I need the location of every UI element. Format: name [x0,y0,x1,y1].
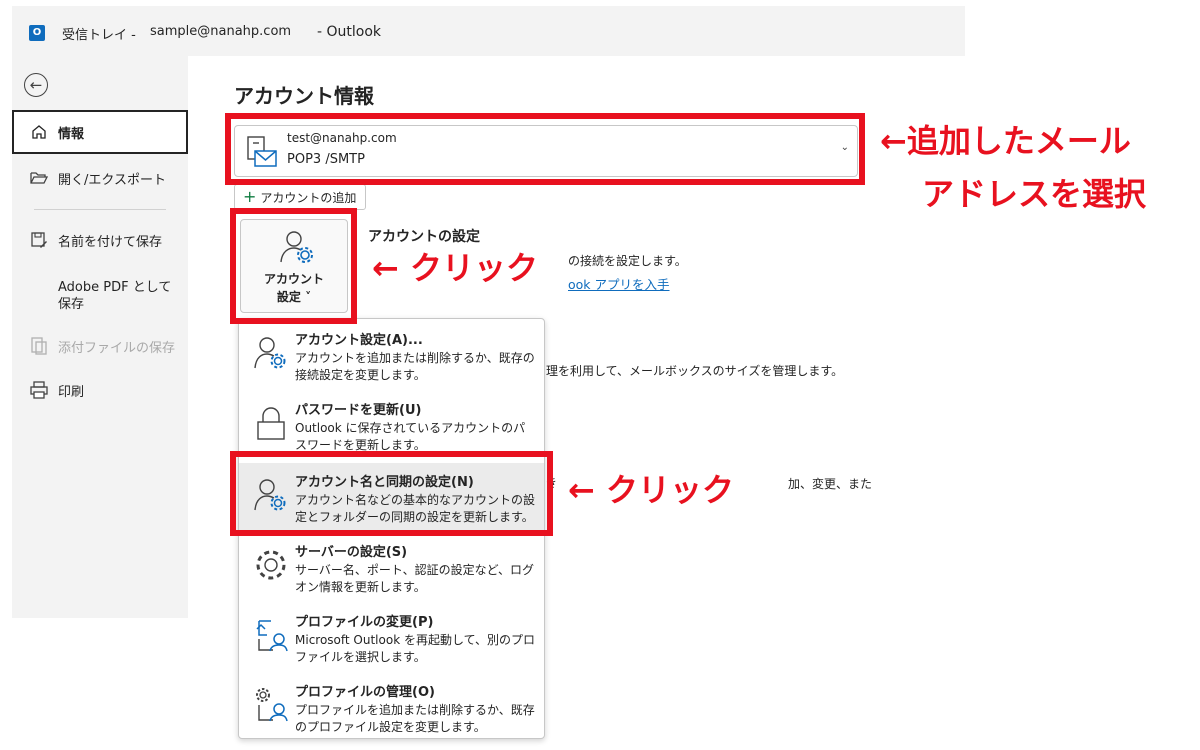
menu-item-title: プロファイルの変更(P) [295,615,434,630]
sidebar-item-save-pdf[interactable]: Adobe PDF として 保存 [12,270,188,322]
sidebar-item-label: 開く/エクスポート [58,172,166,188]
menu-item-desc: アカウントを追加または削除するか、既存の接続設定を変更します。 [295,351,535,382]
sidebar-item-label: 印刷 [58,384,85,400]
rules-desc: 加、変更、また [788,477,873,491]
get-app-link[interactable]: ook アプリを入手 [568,274,670,293]
sidebar-item-save-as[interactable]: 名前を付けて保存 [12,218,188,262]
menu-item-title: アカウント設定(A)... [295,333,423,348]
sidebar-item-label: Adobe PDF として 保存 [58,279,171,313]
plus-icon: + [243,187,257,206]
annotation-select-line1: ←追加したメール [880,122,1131,160]
gear-icon [256,550,286,580]
menu-item-manage-profiles[interactable]: プロファイルの管理(O) プロファイルを追加または削除するか、既存のプロファイル… [239,673,544,743]
menu-item-title: パスワードを更新(U) [295,403,422,418]
outlook-app-icon: O [29,25,45,41]
menu-item-desc: プロファイルを追加または削除するか、既存のプロファイル設定を変更します。 [295,703,535,734]
add-account-label: アカウントの追加 [260,190,357,205]
annotation-click-1: ← クリック [372,249,538,287]
sidebar-item-open-export[interactable]: 開く/エクスポート [12,156,188,200]
home-icon [30,123,48,141]
add-account-button[interactable]: + アカウントの追加 [234,184,366,210]
menu-item-desc: Outlook に保存されているアカウントのパスワードを更新します。 [295,421,526,452]
menu-item-title: プロファイルの管理(O) [295,685,435,700]
printer-icon [30,381,48,399]
account-settings-icon [254,337,286,369]
highlight-account-select [225,113,865,185]
menu-item-desc: Microsoft Outlook を再起動して、別のプロファイルを選択します。 [295,633,536,664]
section-title: アカウントの設定 [368,229,480,245]
backstage-sidebar: ← 情報 開く/エクスポート 名前を付けて保存 Adobe PDF として 保存 [12,56,188,618]
annotation-click-2: ← クリック [568,471,734,509]
save-as-icon [30,231,48,249]
highlight-name-sync-item [230,451,553,536]
menu-item-server-settings[interactable]: サーバーの設定(S) サーバー名、ポート、認証の設定など、ログオン情報を更新しま… [239,533,544,603]
annotation-select-line2: アドレスを選択 [922,175,1147,213]
menu-item-desc: サーバー名、ポート、認証の設定など、ログオン情報を更新します。 [295,563,535,594]
profile-manage-icon [256,688,288,722]
sidebar-item-label: 添付ファイルの保存 [58,340,176,356]
sidebar-item-save-attachments[interactable]: 添付ファイルの保存 [12,324,188,368]
highlight-settings-button [230,208,357,324]
sidebar-item-label: 情報 [58,126,85,142]
sidebar-item-info[interactable]: 情報 [12,110,188,154]
title-email: sample@nanahp.com [150,24,292,39]
menu-item-account-settings[interactable]: アカウント設定(A)... アカウントを追加または削除するか、既存の接続設定を変… [239,321,544,391]
sidebar-item-label: 名前を付けて保存 [58,234,163,250]
pdf-label-line2: 保存 [58,297,85,312]
profile-change-icon [256,620,288,652]
menu-item-change-profile[interactable]: プロファイルの変更(P) Microsoft Outlook を再起動して、別の… [239,603,544,673]
title-app-name: - Outlook [317,24,382,40]
page-title: アカウント情報 [234,84,374,108]
sidebar-divider [34,209,166,210]
section-description: の接続を設定します。 [568,254,687,268]
menu-item-title: サーバーの設定(S) [295,545,408,560]
folder-open-icon [30,169,48,187]
lock-icon [257,407,285,440]
title-folder: 受信トレイ - [62,28,136,43]
mailbox-settings-desc: 理を利用して、メールボックスのサイズを管理します。 [546,364,844,378]
title-bar: O 受信トレイ - sample@nanahp.com - Outlook [12,6,965,56]
pdf-label-line1: Adobe PDF として [58,280,172,295]
arrow-left-circle-icon[interactable]: ← [24,73,48,97]
attachment-save-icon [30,337,48,355]
sidebar-item-print[interactable]: 印刷 [12,368,188,412]
